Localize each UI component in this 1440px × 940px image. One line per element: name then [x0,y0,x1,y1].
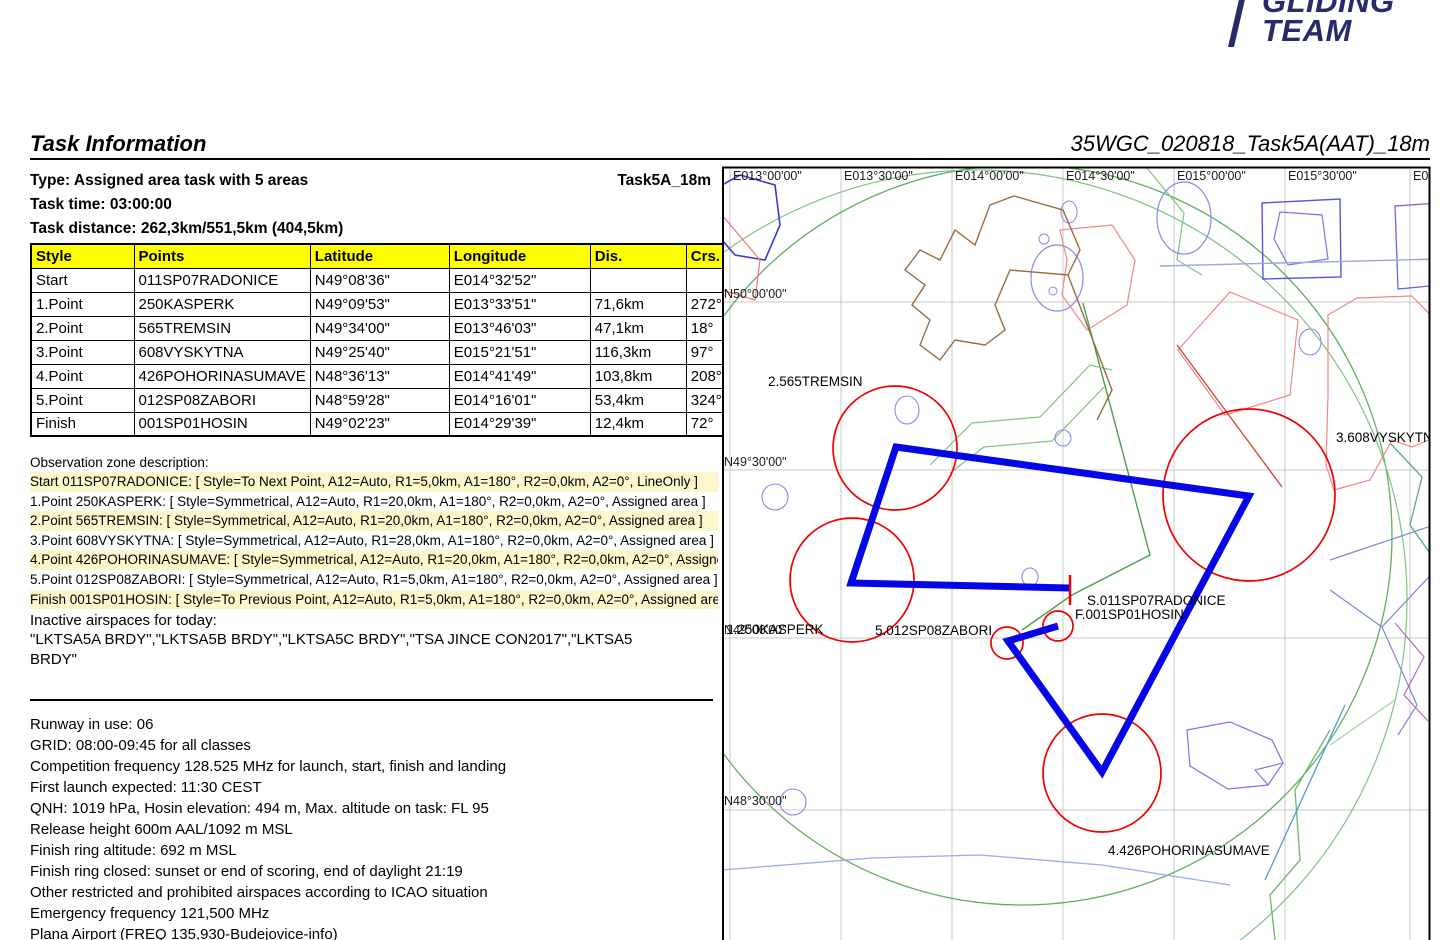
table-row: 2.Point565TREMSINN49°34'00"E013°46'03"47… [31,316,741,340]
task-code: Task5A_18m [617,172,711,190]
oz-description-list: Start 011SP07RADONICE: [ Style=To Next P… [30,472,718,609]
inactive-airspaces-line1: "LKTSA5A BRDY","LKTSA5B BRDY","LKTSA5C B… [30,631,632,648]
note-line: GRID: 08:00-09:45 for all classes [30,735,720,756]
section-divider [30,699,713,701]
note-line: Finish ring closed: sunset or end of sco… [30,861,720,882]
col-longitude: Longitude [449,244,590,268]
oz-title: Observation zone description: [30,455,209,470]
label-vyskytna: 3.608VYSKYTNA [1336,430,1440,445]
inactive-airspaces-title: Inactive airspaces for today: [30,612,217,629]
svg-text:E016°00'00": E016°00'00" [1413,169,1440,183]
note-line: Plana Airport (FREQ 135,930-Budejovice-i… [30,924,720,940]
note-line: Competition frequency 128.525 MHz for la… [30,756,720,777]
label-pohorinasumave: 4.426POHORINASUMAVE [1108,843,1270,858]
svg-text:E013°30'00": E013°30'00" [844,169,913,183]
task-sheet-page: { "logo": { "line1": "GLIDING", "line2":… [0,0,1440,940]
note-line: Runway in use: 06 [30,714,720,735]
note-line: Finish ring altitude: 692 m MSL [30,840,720,861]
map-frame [723,168,1430,940]
svg-text:E015°30'00": E015°30'00" [1288,169,1357,183]
task-type-line: Task5A_18m Type: Assigned area task with… [30,172,711,190]
note-line: First launch expected: 11:30 CEST [30,777,720,798]
label-kasperk: 1.250KASPERK [726,622,824,637]
task-distance: Task distance: 262,3km/551,5km (404,5km) [30,220,343,238]
page-title: Task Information [30,131,206,157]
col-style: Style [31,244,134,268]
doc-title: 35WGC_020818_Task5A(AAT)_18m [722,131,1430,157]
note-line: QNH: 1019 hPa, Hosin elevation: 494 m, M… [30,798,720,819]
svg-text:N48°30'00": N48°30'00" [724,794,787,808]
task-map-canvas: E013°00'00" E013°30'00" E014°00'00" E014… [722,165,1440,940]
logo-text: GLIDING TEAM [1262,0,1395,47]
table-row: Start011SP07RADONICEN49°08'36"E014°32'52… [31,268,741,292]
table-row: Finish001SP01HOSINN49°02'23"E014°29'39"1… [31,412,741,436]
svg-text:E015°00'00": E015°00'00" [1177,169,1246,183]
svg-text:E014°30'00": E014°30'00" [1066,169,1135,183]
airspace-blue [722,175,1440,885]
airspace-brown [905,196,1112,420]
header-rule [30,158,1430,160]
note-line: Release height 600m AAL/1092 m MSL [30,819,720,840]
oz-line: 1.Point 250KASPERK: [ Style=Symmetrical,… [30,492,718,512]
table-row: 5.Point012SP08ZABORIN48°59'28"E014°16'01… [31,388,741,412]
gliding-team-logo: GLIDING TEAM [1234,0,1395,47]
col-dis: Dis. [590,244,686,268]
turnpoint-table: Style Points Latitude Longitude Dis. Crs… [30,243,742,437]
logo-slash-icon [1228,0,1246,47]
table-row: 3.Point608VYSKYTNAN49°25'40"E015°21'51"1… [31,340,741,364]
svg-text:N50°00'00": N50°00'00" [724,287,787,301]
oz-line: Start 011SP07RADONICE: [ Style=To Next P… [30,472,718,492]
table-header-row: Style Points Latitude Longitude Dis. Crs… [31,244,741,268]
label-zabori: 5.012SP08ZABORI [875,623,992,638]
col-points: Points [134,244,310,268]
inactive-airspaces-line2: BRDY" [30,651,77,668]
logo-line2: TEAM [1262,13,1352,48]
oz-line: 3.Point 608VYSKYTNA: [ Style=Symmetrical… [30,531,718,551]
task-map: E013°00'00" E013°30'00" E014°00'00" E014… [722,165,1440,940]
oz-line: 2.Point 565TREMSIN: [ Style=Symmetrical,… [30,511,718,531]
task-type: Type: Assigned area task with 5 areas [30,172,308,189]
task-track [851,447,1249,772]
col-latitude: Latitude [310,244,449,268]
oz-line: 5.Point 012SP08ZABORI: [ Style=Symmetric… [30,570,718,590]
table-row: 1.Point250KASPERKN49°09'53"E013°33'51"71… [31,292,741,316]
label-hosin: F.001SP01HOSIN [1075,607,1184,622]
oz-line: 4.Point 426POHORINASUMAVE: [ Style=Symme… [30,550,718,570]
task-time: Task time: 03:00:00 [30,196,172,214]
note-line: Emergency frequency 121,500 MHz [30,903,720,924]
svg-text:E014°00'00": E014°00'00" [955,169,1024,183]
label-radonice: S.011SP07RADONICE [1087,593,1226,608]
map-grid [723,168,1429,940]
svg-text:N49°30'00": N49°30'00" [724,455,787,469]
table-row: 4.Point426POHORINASUMAVEN48°36'13"E014°4… [31,364,741,388]
briefing-notes: Runway in use: 06 GRID: 08:00-09:45 for … [30,714,720,940]
note-line: Other restricted and prohibited airspace… [30,882,720,903]
airspace-red [722,215,1440,490]
oz-line: Finish 001SP01HOSIN: [ Style=To Previous… [30,590,718,610]
svg-text:E013°00'00": E013°00'00" [733,169,802,183]
airspace-green [722,165,1437,940]
map-grid-labels: E013°00'00" E013°30'00" E014°00'00" E014… [724,169,1440,808]
label-tremsin: 2.565TREMSIN [768,374,863,389]
